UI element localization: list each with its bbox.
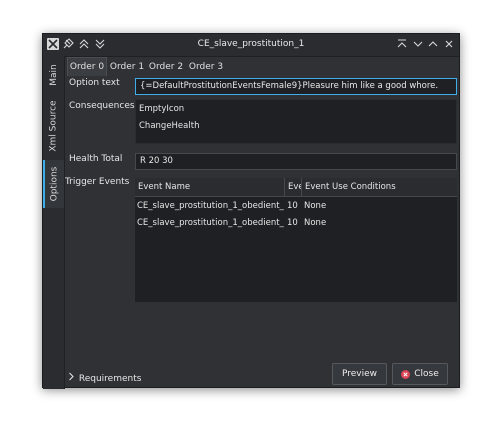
chevron-up-icon[interactable] — [426, 37, 440, 51]
trigger-events-table[interactable]: Event Name Eve Event Use Conditions CE_s… — [135, 178, 457, 302]
table-cell: None — [304, 201, 327, 211]
shade-up-icon[interactable] — [395, 37, 409, 51]
side-tab-main[interactable]: Main — [43, 58, 64, 92]
table-cell: CE_slave_prostitution_1_obedient_1 — [137, 201, 284, 211]
table-cell: None — [304, 218, 327, 228]
option-text-field[interactable]: {=DefaultProstitutionEventsFemale9}Pleas… — [135, 78, 457, 95]
health-total-label: Health Total — [69, 154, 123, 164]
options-panel: Order 0 Order 1 Order 2 Order 3 Option t… — [65, 56, 459, 387]
requirements-label: Requirements — [78, 374, 142, 384]
consequences-label: Consequences — [69, 101, 135, 111]
option-text-label: Option text — [69, 78, 120, 88]
chevron-right-icon — [68, 372, 76, 384]
column-header-event[interactable]: Eve — [285, 178, 302, 196]
tab-order-2[interactable]: Order 2 — [147, 58, 185, 76]
list-item[interactable]: EmptyIcon — [139, 104, 184, 114]
side-tab-bar: Main Xml Source Options — [43, 56, 65, 389]
consequences-list[interactable]: EmptyIcon ChangeHealth — [135, 99, 457, 144]
column-header-event-name[interactable]: Event Name — [135, 178, 285, 196]
requirements-expander[interactable]: Requirements — [68, 372, 141, 384]
title-bar[interactable]: CE_slave_prostitution_1 — [43, 34, 459, 57]
preview-button[interactable]: Preview — [332, 363, 387, 385]
close-button[interactable]: Close — [392, 363, 448, 385]
list-item[interactable]: ChangeHealth — [139, 121, 199, 131]
trigger-events-label: Trigger Events — [65, 177, 130, 187]
tab-order-0[interactable]: Order 0 — [67, 57, 107, 76]
health-total-field[interactable]: R 20 30 — [135, 153, 457, 170]
dialog-window: CE_slave_prostitution_1 Main Xml Source … — [42, 33, 460, 389]
close-icon[interactable] — [442, 37, 456, 51]
chevron-down-icon[interactable] — [411, 37, 425, 51]
column-header-event-use-conditions[interactable]: Event Use Conditions — [302, 178, 457, 196]
table-cell: CE_slave_prostitution_1_obedient_2 — [137, 218, 284, 228]
table-header: Event Name Eve Event Use Conditions — [135, 178, 457, 197]
table-cell: 10 — [287, 201, 298, 211]
table-cell: 10 — [287, 218, 298, 228]
side-tab-xml-source[interactable]: Xml Source — [43, 92, 64, 160]
tab-order-1[interactable]: Order 1 — [108, 58, 146, 76]
side-tab-options[interactable]: Options — [43, 160, 64, 208]
close-circle-icon — [401, 369, 411, 379]
tab-order-3[interactable]: Order 3 — [187, 58, 225, 76]
